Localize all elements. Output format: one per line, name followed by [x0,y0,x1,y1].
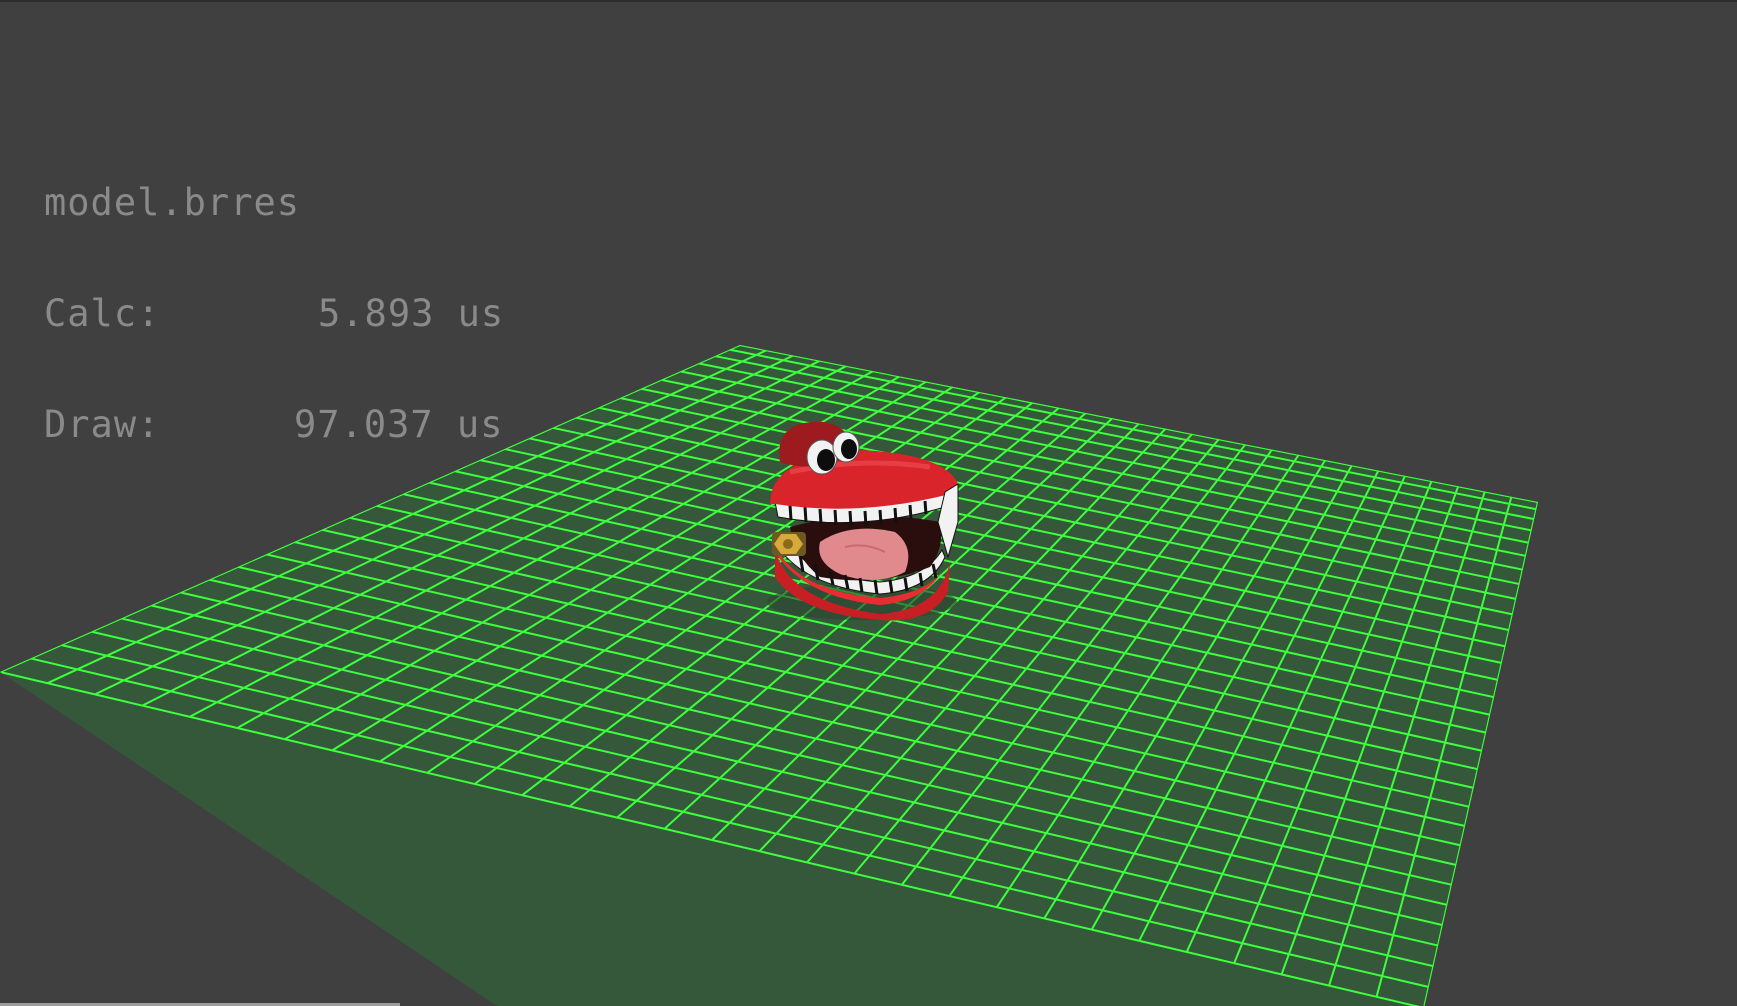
3d-viewport[interactable]: model.brres Calc: 5.893 us Draw: 97.037 us [0,0,1737,1006]
calc-label: Calc: [44,292,161,335]
wind-up-key [772,532,806,556]
calc-time-row: Calc: 5.893 us [44,295,504,332]
draw-value: 97.037 us [294,403,504,446]
draw-time-row: Draw: 97.037 us [44,406,504,443]
model-filename: model.brres [44,181,301,224]
draw-label: Draw: [44,403,161,446]
calc-value: 5.893 us [318,292,505,335]
render-stats-overlay: model.brres Calc: 5.893 us Draw: 97.037 us [44,110,504,517]
